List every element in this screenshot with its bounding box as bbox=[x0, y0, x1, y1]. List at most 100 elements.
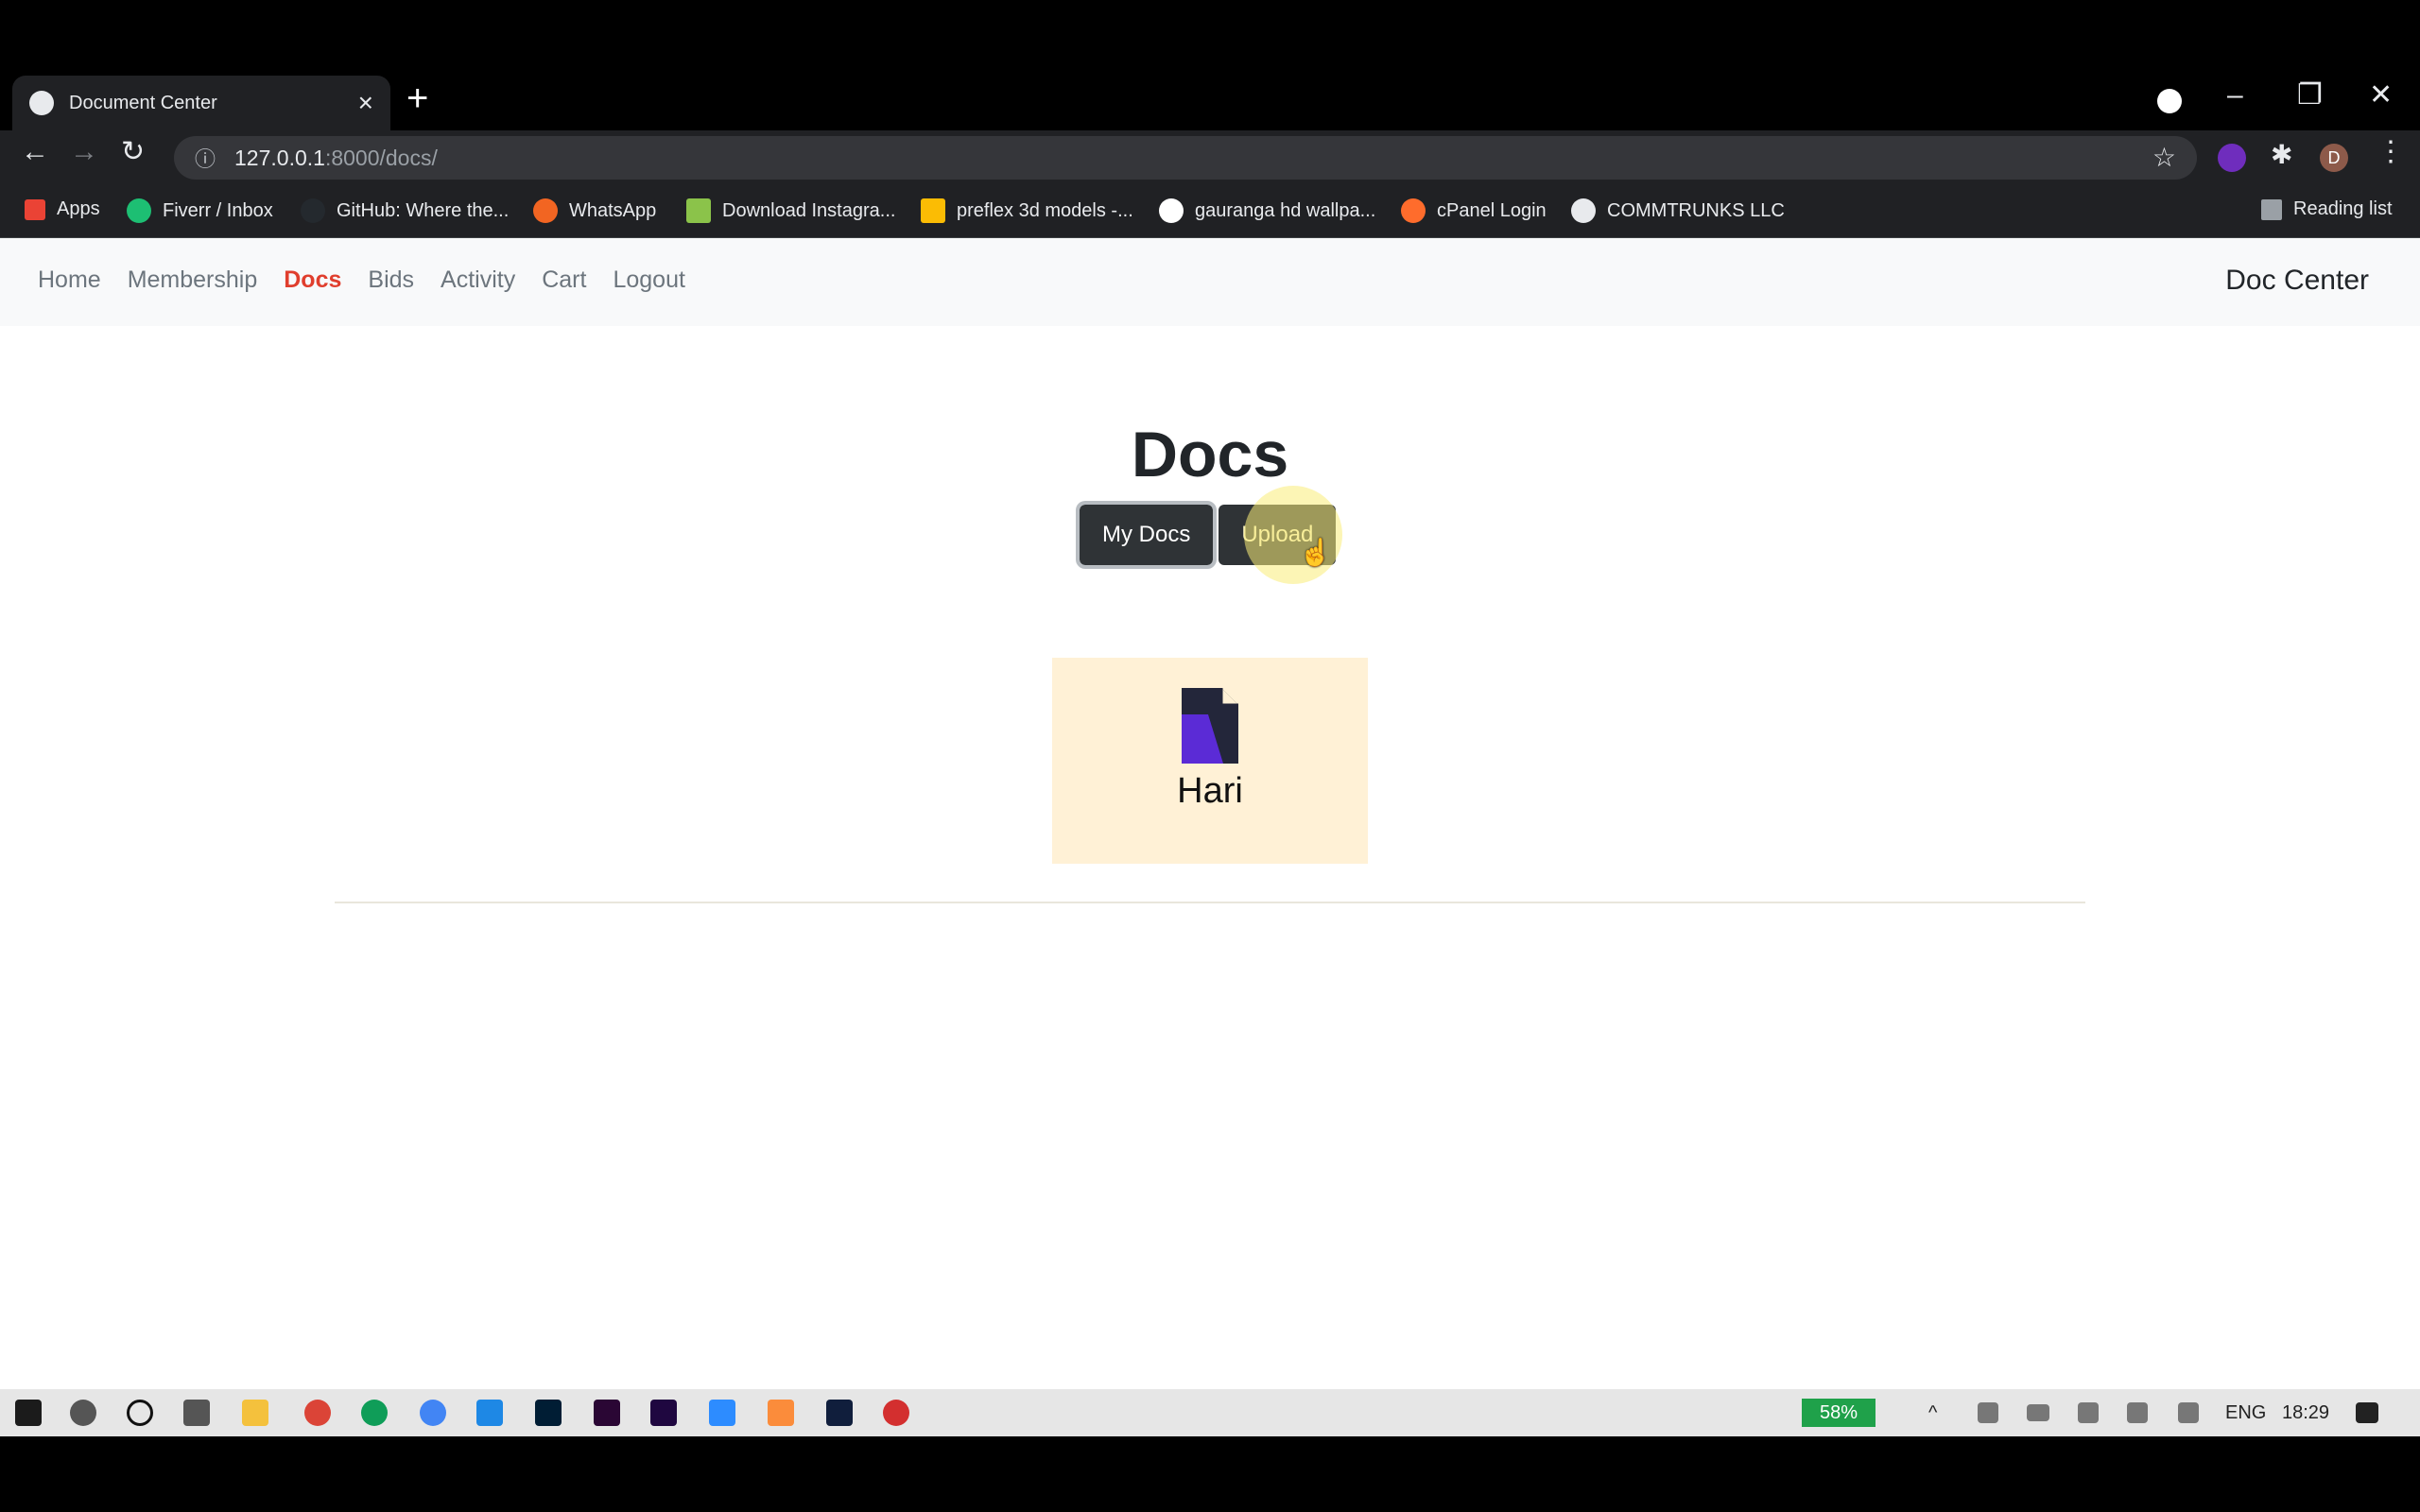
vscode-icon[interactable] bbox=[476, 1400, 503, 1426]
bookmark-label: Apps bbox=[57, 198, 100, 219]
volume-icon[interactable] bbox=[2127, 1402, 2148, 1423]
bookmark-label: Fiverr / Inbox bbox=[163, 199, 273, 221]
browser-tab[interactable]: Document Center × bbox=[12, 76, 390, 130]
bookmark-commtrunks[interactable]: COMMTRUNKS LLC bbox=[1571, 198, 1785, 223]
document-icon bbox=[1182, 688, 1238, 764]
url-path: :8000/docs/ bbox=[324, 145, 438, 170]
apps-grid-icon bbox=[25, 198, 45, 220]
nav-cart[interactable]: Cart bbox=[542, 266, 586, 294]
bookmark-cpanel[interactable]: cPanel Login bbox=[1401, 198, 1547, 223]
pen-icon[interactable] bbox=[2178, 1402, 2199, 1423]
battery-indicator[interactable]: 58% bbox=[1802, 1399, 1876, 1427]
restore-icon[interactable]: ❐ bbox=[2297, 81, 2323, 110]
language-indicator[interactable]: ENG bbox=[2225, 1402, 2266, 1424]
windows-taskbar: 58% ^ ENG 18:29 bbox=[0, 1389, 2420, 1436]
bookmark-label: COMMTRUNKS LLC bbox=[1607, 199, 1785, 221]
document-name: Hari bbox=[1177, 771, 1243, 811]
brand-title[interactable]: Doc Center bbox=[2225, 265, 2369, 297]
bookmark-fiverr[interactable]: Fiverr / Inbox bbox=[127, 198, 273, 223]
puzzle-icon[interactable]: ✱ bbox=[2271, 142, 2292, 168]
reading-list-icon bbox=[2261, 198, 2282, 220]
fiverr-icon bbox=[127, 198, 151, 223]
h-app-icon[interactable] bbox=[826, 1400, 853, 1426]
bookmark-download-instagram[interactable]: Download Instagra... bbox=[686, 198, 895, 223]
screen: Document Center × + – ❐ ✕ ← → ↻ ⓘ 127.0.… bbox=[0, 0, 2420, 1512]
bookmark-whatsapp[interactable]: WhatsApp bbox=[533, 198, 656, 223]
hand-cursor-icon: ☝ bbox=[1299, 538, 1332, 567]
reading-list-label: Reading list bbox=[2293, 198, 2393, 219]
photoshop-icon[interactable] bbox=[535, 1400, 562, 1426]
after-effects-icon[interactable] bbox=[650, 1400, 677, 1426]
bookmark-preflex[interactable]: preflex 3d models -... bbox=[921, 198, 1133, 223]
download-icon bbox=[686, 198, 711, 223]
meet-now-icon[interactable] bbox=[1978, 1402, 1998, 1423]
cortana-icon[interactable] bbox=[127, 1400, 153, 1426]
page-title: Docs bbox=[1131, 419, 1289, 490]
new-tab-icon[interactable]: + bbox=[406, 79, 428, 117]
github-icon bbox=[301, 198, 325, 223]
bookmarks-bar: Apps Fiverr / Inbox GitHub: Where the...… bbox=[0, 185, 2420, 238]
task-view-icon[interactable] bbox=[183, 1400, 210, 1426]
record-icon[interactable] bbox=[883, 1400, 909, 1426]
bookmark-github[interactable]: GitHub: Where the... bbox=[301, 198, 509, 223]
chrome-icon[interactable] bbox=[361, 1400, 388, 1426]
minimize-icon[interactable]: – bbox=[2227, 81, 2243, 110]
google-icon bbox=[1159, 198, 1184, 223]
back-icon[interactable]: ← bbox=[21, 138, 49, 166]
nav-membership[interactable]: Membership bbox=[128, 266, 258, 294]
close-tab-icon[interactable]: × bbox=[358, 90, 373, 116]
bookmark-label: Download Instagra... bbox=[722, 199, 896, 221]
chrome-icon[interactable] bbox=[420, 1400, 446, 1426]
tab-search-icon[interactable] bbox=[2157, 89, 2182, 113]
site-info-icon[interactable]: ⓘ bbox=[195, 143, 216, 173]
chevron-up-icon[interactable]: ^ bbox=[1928, 1402, 1937, 1424]
notifications-icon[interactable] bbox=[2356, 1402, 2378, 1423]
bookmark-label: GitHub: Where the... bbox=[337, 199, 510, 221]
close-window-icon[interactable]: ✕ bbox=[2369, 81, 2393, 110]
nav-home[interactable]: Home bbox=[38, 266, 101, 294]
bookmark-label: preflex 3d models -... bbox=[957, 199, 1133, 221]
globe-icon bbox=[1571, 198, 1596, 223]
tab-strip: Document Center × + – ❐ ✕ bbox=[0, 68, 2420, 130]
xampp-icon[interactable] bbox=[768, 1400, 794, 1426]
chrome-icon[interactable] bbox=[304, 1400, 331, 1426]
forward-icon[interactable]: → bbox=[70, 138, 98, 166]
nav-links: Home Membership Docs Bids Activity Cart … bbox=[38, 266, 685, 294]
wifi-icon[interactable] bbox=[2078, 1402, 2099, 1423]
url-host: 127.0.0.1 bbox=[234, 145, 325, 170]
clock[interactable]: 18:29 bbox=[2282, 1402, 2329, 1424]
web-page: Home Membership Docs Bids Activity Cart … bbox=[0, 238, 2420, 1389]
nav-docs[interactable]: Docs bbox=[284, 266, 341, 294]
bookmark-label: WhatsApp bbox=[569, 199, 657, 221]
bookmark-gauranga[interactable]: gauranga hd wallpa... bbox=[1159, 198, 1375, 223]
file-explorer-icon[interactable] bbox=[242, 1400, 268, 1426]
divider bbox=[335, 902, 2085, 903]
document-card[interactable]: Hari bbox=[1052, 658, 1368, 864]
battery-icon[interactable] bbox=[2027, 1404, 2049, 1421]
menu-icon[interactable]: ⋮ bbox=[2377, 138, 2405, 166]
nav-logout[interactable]: Logout bbox=[613, 266, 684, 294]
whatsapp-icon bbox=[533, 198, 558, 223]
premiere-icon[interactable] bbox=[594, 1400, 620, 1426]
bookmark-star-icon[interactable]: ☆ bbox=[2152, 142, 2176, 173]
windows-start-icon[interactable] bbox=[15, 1400, 42, 1426]
browser-toolbar: ← → ↻ ⓘ 127.0.0.1 :8000/docs/ ☆ ✱ D ⋮ bbox=[0, 130, 2420, 185]
my-docs-button[interactable]: My Docs bbox=[1075, 501, 1218, 569]
cpanel-icon bbox=[1401, 198, 1426, 223]
doc-actions: My Docs Upload bbox=[1075, 501, 1337, 569]
reload-icon[interactable]: ↻ bbox=[121, 138, 145, 166]
bookmark-label: gauranga hd wallpa... bbox=[1195, 199, 1376, 221]
nav-activity[interactable]: Activity bbox=[441, 266, 515, 294]
tab-title: Document Center bbox=[69, 92, 217, 113]
bookmark-apps[interactable]: Apps bbox=[25, 198, 100, 220]
zoom-icon[interactable] bbox=[709, 1400, 735, 1426]
bookmark-label: cPanel Login bbox=[1437, 199, 1547, 221]
extension-icon[interactable] bbox=[2218, 144, 2246, 172]
site-navbar: Home Membership Docs Bids Activity Cart … bbox=[0, 238, 2420, 326]
reading-list[interactable]: Reading list bbox=[2261, 198, 2393, 220]
globe-icon bbox=[29, 91, 54, 115]
search-icon[interactable] bbox=[70, 1400, 96, 1426]
address-bar[interactable]: ⓘ 127.0.0.1 :8000/docs/ ☆ bbox=[174, 136, 2197, 180]
profile-avatar[interactable]: D bbox=[2320, 144, 2348, 172]
nav-bids[interactable]: Bids bbox=[368, 266, 414, 294]
